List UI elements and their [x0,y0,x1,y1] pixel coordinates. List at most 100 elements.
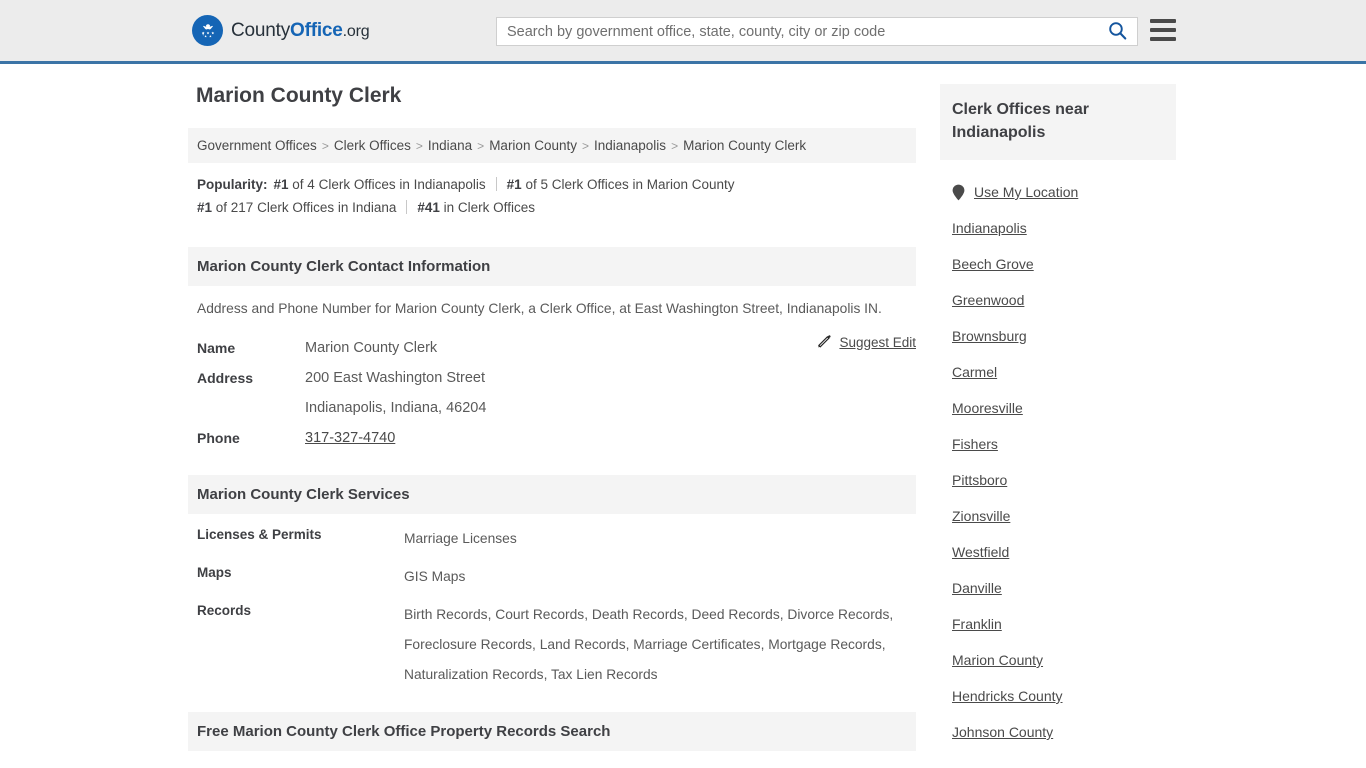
phone-link[interactable]: 317-327-4740 [305,430,395,446]
popularity-text: of 5 Clerk Offices in Marion County [521,177,735,192]
sidebar-item-indianapolis[interactable]: Indianapolis [940,210,1176,246]
contact-value-city-state-zip: Indianapolis, Indiana, 46204 [305,400,487,416]
services-row-records: Records Birth Records, Court Records, De… [197,600,907,690]
breadcrumb-item-government-offices[interactable]: Government Offices [197,138,317,153]
sidebar-link[interactable]: Johnson County [952,724,1053,740]
services-row-licenses: Licenses & Permits Marriage Licenses [197,524,907,554]
services-value-maps: GIS Maps [404,569,466,584]
services-key-licenses: Licenses & Permits [197,527,322,542]
popularity-section: Popularity: #1 of 4 Clerk Offices in Indi… [188,163,916,225]
logo-text-office: Office [290,19,343,41]
sidebar-item-greenwood[interactable]: Greenwood [940,282,1176,318]
contact-section-heading: Marion County Clerk Contact Information [188,247,916,286]
menu-bar-2 [1150,28,1176,32]
services-row-maps: Maps GIS Maps [197,562,907,592]
sidebar-item-johnson-county[interactable]: Johnson County [940,714,1176,750]
sidebar-item-pittsboro[interactable]: Pittsboro [940,462,1176,498]
main-column: Marion County Clerk Government Offices > C… [188,84,916,768]
suggest-edit-label: Suggest Edit [839,334,916,350]
content-container: Marion County Clerk Government Offices > C… [188,84,1178,768]
suggest-edit-link[interactable]: Suggest Edit [817,333,916,351]
search-button[interactable] [1104,21,1137,43]
services-section-heading: Marion County Clerk Services [188,475,916,514]
popularity-divider [406,200,408,214]
eagle-seal-icon [192,15,223,46]
sidebar-item-zionsville[interactable]: Zionsville [940,498,1176,534]
sidebar-item-fishers[interactable]: Fishers [940,426,1176,462]
popularity-rank: #41 [417,200,440,215]
breadcrumb-item-clerk-offices[interactable]: Clerk Offices [334,138,411,153]
sidebar-link[interactable]: Westfield [952,544,1009,560]
sidebar-item-westfield[interactable]: Westfield [940,534,1176,570]
sidebar-item-brownsburg[interactable]: Brownsburg [940,318,1176,354]
breadcrumb-item-marion-county[interactable]: Marion County [489,138,577,153]
breadcrumb-separator: > [415,139,423,153]
services-table: Licenses & Permits Marriage Licenses Map… [188,514,916,690]
page-body: Marion County Clerk Government Offices > C… [0,64,1366,768]
sidebar-item-hendricks-county[interactable]: Hendricks County [940,678,1176,714]
sidebar-item-beech-grove[interactable]: Beech Grove [940,246,1176,282]
hamburger-menu-icon[interactable] [1150,19,1176,41]
breadcrumb-item-current: Marion County Clerk [683,138,807,153]
breadcrumb-item-indiana[interactable]: Indiana [428,138,472,153]
page-title: Marion County Clerk [196,84,402,107]
map-pin-icon [952,184,965,201]
sidebar-link[interactable]: Zionsville [952,508,1010,524]
property-search-description: Find Marion County residential property … [188,751,916,768]
contact-info-table: Suggest Edit Name Marion County Clerk Ad… [188,327,916,453]
popularity-rank: #1 [197,200,213,215]
popularity-text: of 217 Clerk Offices in Indiana [212,200,397,215]
contact-row-address: Address 200 East Washington Street [197,363,907,393]
contact-key-address: Address [197,370,254,386]
sidebar-item-carmel[interactable]: Carmel [940,354,1176,390]
popularity-rank: #1 [506,177,522,192]
contact-row-phone: Phone 317-327-4740 [197,423,907,453]
edit-pencil-icon [817,333,832,351]
sidebar-link[interactable]: Hendricks County [952,688,1063,704]
sidebar-link[interactable]: Indianapolis [952,220,1027,236]
sidebar-item-marion-county[interactable]: Marion County [940,642,1176,678]
breadcrumb-separator: > [321,139,329,153]
sidebar-item-mooresville[interactable]: Mooresville [940,390,1176,426]
sidebar-link[interactable]: Pittsboro [952,472,1007,488]
logo-wordmark: CountyOffice.org [231,19,370,42]
contact-value-name: Marion County Clerk [305,340,438,356]
popularity-text: in Clerk Offices [439,200,535,215]
sidebar-heading: Clerk Offices near Indianapolis [940,84,1176,160]
popularity-item-clerk-offices: #41 in Clerk Offices [417,200,535,215]
sidebar-link[interactable]: Marion County [952,652,1043,668]
search-icon [1108,21,1127,43]
sidebar: Clerk Offices near Indianapolis Use My L… [940,84,1176,768]
sidebar-item-danville[interactable]: Danville [940,570,1176,606]
site-logo[interactable]: CountyOffice.org [192,15,370,46]
breadcrumb-separator: > [477,139,485,153]
contact-key-phone: Phone [197,430,240,446]
sidebar-item-use-my-location[interactable]: Use My Location [940,174,1176,210]
popularity-item-indiana: #1 of 217 Clerk Offices in Indiana [197,200,396,215]
sidebar-link[interactable]: Franklin [952,616,1002,632]
sidebar-link[interactable]: Beech Grove [952,256,1034,272]
popularity-text: of 4 Clerk Offices in Indianapolis [288,177,486,192]
sidebar-item-franklin[interactable]: Franklin [940,606,1176,642]
contact-key-name: Name [197,340,236,356]
use-my-location-label[interactable]: Use My Location [974,184,1078,200]
sidebar-link[interactable]: Carmel [952,364,997,380]
sidebar-link[interactable]: Brownsburg [952,328,1027,344]
contact-row-name: Name Marion County Clerk [197,333,907,363]
search-input[interactable] [497,23,1104,40]
popularity-label: Popularity: [197,177,268,192]
sidebar-link[interactable]: Fishers [952,436,998,452]
popularity-divider [495,177,497,191]
breadcrumb-item-indianapolis[interactable]: Indianapolis [594,138,666,153]
logo-text-county: County [231,19,291,41]
property-search-heading: Free Marion County Clerk Office Property… [188,712,916,751]
logo-text-org: .org [342,22,370,40]
search-box [496,17,1138,46]
sidebar-link[interactable]: Mooresville [952,400,1023,416]
contact-value-phone: 317-327-4740 [305,423,395,453]
sidebar-link[interactable]: Greenwood [952,292,1024,308]
site-header: CountyOffice.org [0,0,1366,64]
menu-bar-1 [1150,19,1176,23]
sidebar-link[interactable]: Danville [952,580,1002,596]
popularity-item-indianapolis: #1 of 4 Clerk Offices in Indianapolis [274,177,486,192]
